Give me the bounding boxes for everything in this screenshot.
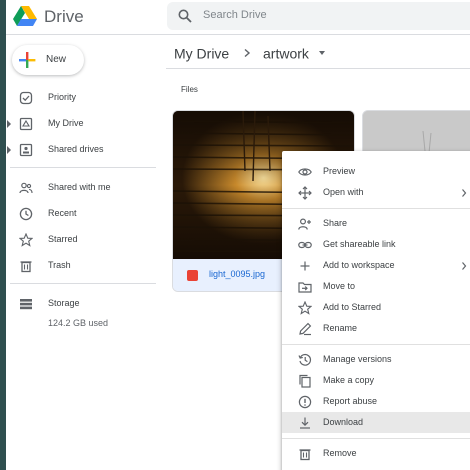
menu-item-label: Add to Starred [323, 302, 382, 312]
sidebar-item-label: Trash [48, 260, 71, 270]
file-name[interactable]: light_0095.jpg [209, 269, 265, 279]
trash-icon [299, 449, 311, 461]
menu-item-label: Share [323, 218, 348, 228]
breadcrumb-root[interactable]: My Drive [174, 45, 229, 61]
breadcrumb-current[interactable]: artwork [263, 45, 309, 61]
menu-item-rename[interactable]: Rename [282, 318, 470, 339]
top-bar: Drive Search Drive [6, 0, 470, 35]
expand-caret-icon[interactable] [7, 146, 11, 154]
drive-window: Drive Search Drive New Priority My Drive… [6, 0, 470, 470]
sidebar-item-label: Shared drives [48, 144, 104, 154]
menu-item-label: Open with [323, 187, 364, 197]
menu-item-label: Get shareable link [323, 239, 396, 249]
app-name: Drive [44, 7, 84, 26]
menu-divider [282, 208, 470, 209]
menu-item-label: Remove [323, 448, 357, 458]
check-circle-icon [19, 91, 33, 105]
menu-item-label: Download [323, 417, 364, 427]
plus-icon [300, 261, 310, 271]
menu-item-label: Rename [323, 323, 358, 333]
sidebar-item-my-drive[interactable]: My Drive [6, 113, 156, 135]
people-icon [19, 182, 33, 194]
sidebar-item-label: Shared with me [48, 182, 111, 192]
move-folder-icon [298, 282, 312, 293]
menu-divider [282, 438, 470, 439]
context-menu: Preview Open with Share Get shareable li… [282, 151, 470, 470]
chevron-right-icon [244, 49, 251, 58]
pencil-icon [299, 322, 312, 336]
menu-item-add-to-workspace[interactable]: Add to workspace [282, 255, 470, 276]
menu-item-add-to-starred[interactable]: Add to Starred [282, 297, 470, 318]
move-arrows-icon [298, 186, 312, 200]
search-icon [178, 9, 192, 23]
main-divider [166, 68, 470, 69]
sidebar-item-label: Recent [48, 208, 77, 218]
clock-icon [19, 207, 33, 221]
menu-item-move-to[interactable]: Move to [282, 276, 470, 297]
menu-item-label: Move to [323, 281, 356, 291]
shared-drives-icon [19, 143, 33, 157]
menu-item-label: Make a copy [323, 375, 375, 385]
image-icon [187, 270, 198, 281]
sidebar-item-storage[interactable]: Storage [6, 293, 156, 315]
menu-item-manage-versions[interactable]: Manage versions [282, 349, 470, 370]
menu-item-make-copy[interactable]: Make a copy [282, 370, 470, 391]
sidebar-item-priority[interactable]: Priority [6, 87, 156, 109]
copy-icon [299, 374, 311, 388]
sidebar-item-label: My Drive [48, 118, 84, 128]
star-icon [298, 301, 312, 315]
caret-down-icon[interactable] [318, 51, 325, 56]
new-button-label: New [46, 54, 67, 65]
sidebar-item-label: Starred [48, 234, 78, 244]
menu-item-label: Report abuse [323, 396, 378, 406]
add-person-icon [298, 218, 311, 230]
sidebar-divider [10, 283, 156, 284]
chevron-right-icon [462, 189, 467, 197]
new-button[interactable]: New [12, 45, 84, 75]
download-icon [300, 417, 310, 429]
chevron-right-icon [462, 262, 467, 270]
sidebar-divider [10, 167, 156, 168]
drive-logo-icon[interactable] [13, 6, 37, 26]
sidebar-item-label: Priority [48, 92, 77, 102]
menu-item-report-abuse[interactable]: Report abuse [282, 391, 470, 412]
menu-item-remove[interactable]: Remove [282, 443, 470, 464]
expand-caret-icon[interactable] [7, 120, 11, 128]
history-icon [298, 353, 312, 366]
menu-item-label: Preview [323, 166, 356, 176]
alert-icon [298, 395, 312, 409]
menu-item-label: Manage versions [323, 354, 392, 364]
breadcrumb: My Drive artwork [174, 44, 325, 61]
sidebar-item-shared-with-me[interactable]: Shared with me [6, 177, 156, 199]
trash-icon [20, 261, 32, 273]
sidebar-item-trash[interactable]: Trash [6, 255, 156, 277]
sidebar-item-shared-drives[interactable]: Shared drives [6, 139, 156, 161]
sidebar-item-starred[interactable]: Starred [6, 229, 156, 251]
search-box[interactable]: Search Drive [167, 2, 470, 30]
sidebar-item-recent[interactable]: Recent [6, 203, 156, 225]
storage-used-text: 124.2 GB used [48, 318, 109, 328]
search-input[interactable]: Search Drive [203, 9, 267, 21]
menu-item-open-with[interactable]: Open with [282, 182, 470, 203]
star-icon [19, 233, 33, 247]
eye-icon [298, 168, 312, 176]
section-label-files: Files [181, 85, 198, 94]
menu-divider [282, 344, 470, 345]
menu-item-get-link[interactable]: Get shareable link [282, 234, 470, 255]
sidebar-item-label: Storage [48, 298, 80, 308]
plus-icon [19, 52, 36, 68]
drive-icon [19, 117, 33, 131]
link-icon [298, 241, 312, 249]
menu-item-label: Add to workspace [323, 260, 395, 270]
menu-item-preview[interactable]: Preview [282, 161, 470, 182]
menu-item-share[interactable]: Share [282, 213, 470, 234]
storage-icon [20, 299, 32, 310]
menu-item-download[interactable]: Download [282, 412, 470, 433]
